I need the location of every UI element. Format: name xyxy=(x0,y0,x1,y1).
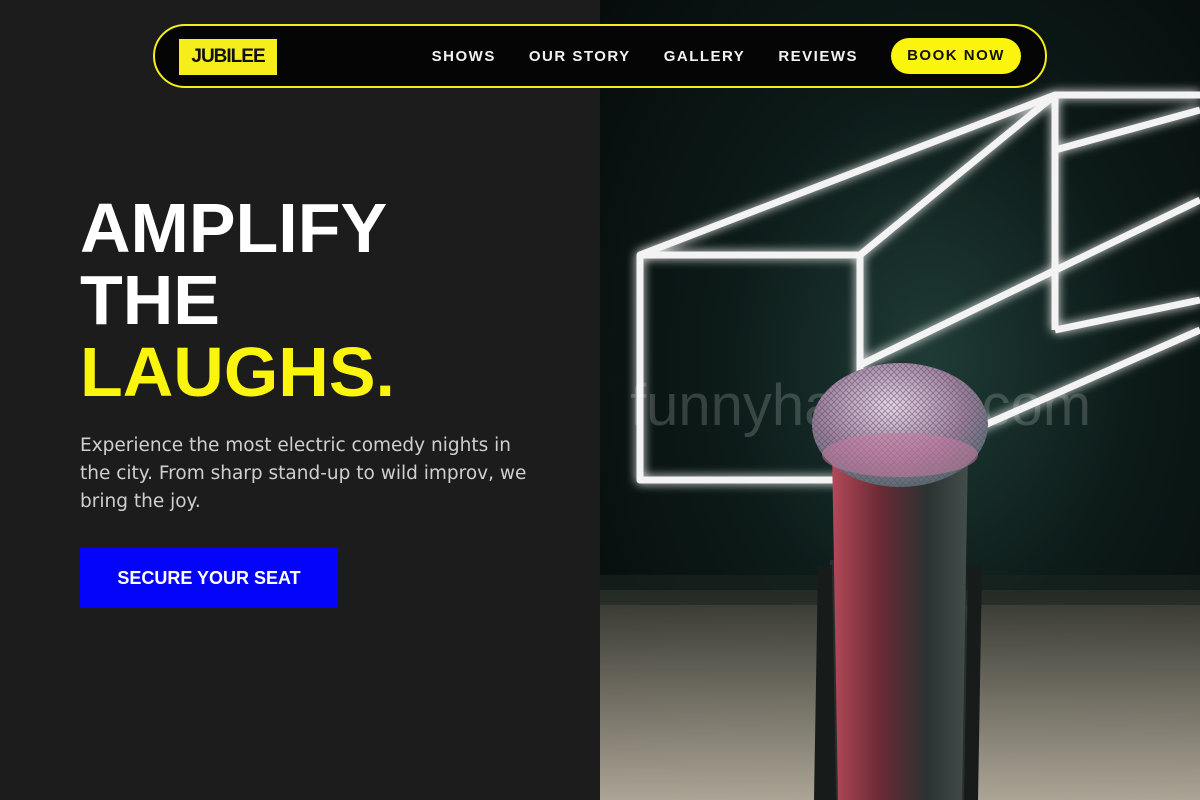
nav-link-our-story[interactable]: OUR STORY xyxy=(529,48,631,65)
brand-logo[interactable]: JUBILEE xyxy=(179,39,277,75)
hero-headline: AMPLIFY THE LAUGHS. xyxy=(80,192,395,408)
nav-link-gallery[interactable]: GALLERY xyxy=(664,48,746,65)
stage-illustration: funnyhahaha.com xyxy=(600,91,1200,800)
top-navbar: JUBILEE SHOWS OUR STORY GALLERY REVIEWS … xyxy=(153,24,1047,88)
landing-page: funnyhahaha.com JUBILEE SHOWS OUR STORY … xyxy=(0,0,1200,800)
headline-line-1: AMPLIFY xyxy=(80,189,388,267)
microphone-icon xyxy=(812,363,988,800)
nav-link-reviews[interactable]: REVIEWS xyxy=(778,48,858,65)
book-now-button[interactable]: BOOK NOW xyxy=(891,38,1021,74)
hero-description: Experience the most electric comedy nigh… xyxy=(80,435,527,512)
nav-link-shows[interactable]: SHOWS xyxy=(432,48,496,65)
headline-accent: LAUGHS. xyxy=(80,333,395,411)
hero-stage-photo: funnyhahaha.com xyxy=(600,0,1200,800)
headline-line-2: THE xyxy=(80,261,220,339)
nav-links: SHOWS OUR STORY GALLERY REVIEWS BOOK NOW xyxy=(432,26,1045,86)
secure-seat-button[interactable]: SECURE YOUR SEAT xyxy=(80,548,338,608)
